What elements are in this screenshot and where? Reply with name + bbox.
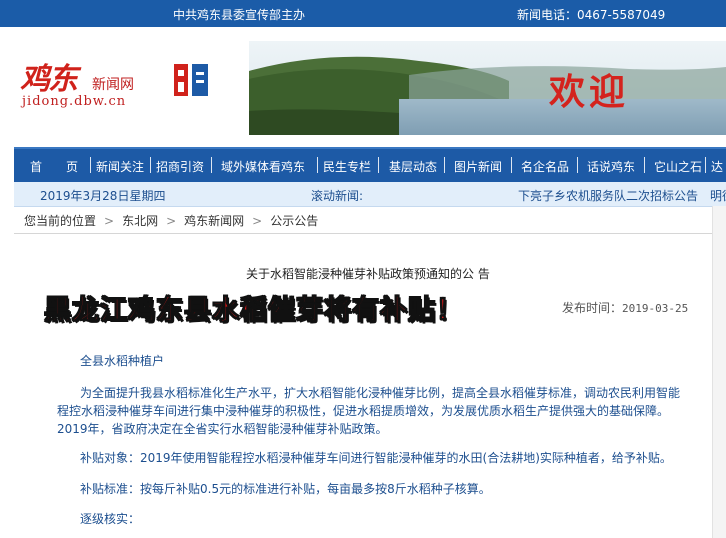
- nav-investment[interactable]: 招商引资: [156, 158, 204, 175]
- paragraph-line: 为全面提升我县水稻标准化生产水平，扩大水稻智能化浸种催芽比例，提高全县水稻催芽标…: [80, 386, 681, 400]
- landscape-image: [249, 41, 726, 135]
- nav-more[interactable]: 达: [711, 158, 723, 175]
- nav-divider: [705, 157, 706, 173]
- nav-brands[interactable]: 名企名品: [521, 158, 569, 175]
- article-headline: 黑龙江鸡东县水稻催芽将有补贴！: [44, 295, 464, 327]
- info-bar: 2019年3月28日星期四 滚动新闻: 下亮子乡农机服务队二次招标公告 明德: [14, 182, 726, 207]
- nav-news-focus[interactable]: 新闻关注: [96, 158, 144, 175]
- rolling-news-link[interactable]: 明德: [710, 187, 726, 204]
- publish-date-value: 2019-03-25: [622, 302, 689, 315]
- nav-talk-jidong[interactable]: 话说鸡东: [587, 158, 635, 175]
- chevron-right-icon: >: [252, 214, 263, 228]
- article-subtitle: 关于水稻智能浸种催芽补贴政策预通知的公 告: [246, 267, 490, 281]
- paragraph-verification: 逐级核实：: [80, 512, 141, 526]
- chevron-right-icon: >: [166, 214, 177, 228]
- nav-grassroots[interactable]: 基层动态: [389, 158, 437, 175]
- nav-divider: [378, 157, 379, 173]
- breadcrumb-item-notices[interactable]: 公示公告: [270, 214, 318, 228]
- welcome-banner-text: 欢迎: [549, 72, 630, 113]
- logo-mark-icon: [174, 64, 208, 96]
- paragraph-subsidy-target: 补贴对象：2019年使用智能程控水稻浸种催芽车间进行智能浸种催芽的水田(合法耕地…: [80, 451, 672, 465]
- page-scrollbar[interactable]: [712, 206, 726, 538]
- paragraph-line: 程控水稻浸种催芽车间进行集中浸种催芽的积极性，促进水稻提质增效，为发展优质水稻生…: [57, 404, 670, 418]
- sponsor-text: 中共鸡东县委宣传部主办: [173, 8, 306, 22]
- nav-divider: [211, 157, 212, 173]
- logo-brand: 鸡东: [20, 62, 78, 97]
- nav-divider: [577, 157, 578, 173]
- nav-divider: [317, 157, 318, 173]
- nav-divider: [511, 157, 512, 173]
- header-banner: 欢迎: [249, 41, 726, 135]
- breadcrumb-item-dbw[interactable]: 东北网: [122, 214, 158, 228]
- nav-home[interactable]: 首 页: [30, 158, 78, 175]
- breadcrumb-prefix: 您当前的位置: [24, 214, 97, 228]
- news-hotline: 新闻电话：0467-5587049: [517, 8, 666, 22]
- publish-date-label: 发布时间：: [562, 301, 623, 315]
- paragraph-subsidy-standard: 补贴标准：按每斤补贴0.5元的标准进行补贴，每亩最多按8斤水稻种子核算。: [80, 482, 491, 496]
- nav-photo-news[interactable]: 图片新闻: [454, 158, 502, 175]
- logo-site-name: 新闻网: [92, 77, 134, 93]
- breadcrumb: 您当前的位置 > 东北网 > 鸡东新闻网 > 公示公告: [24, 212, 318, 229]
- paragraph-line: 2019年，省政府决定在全省实行水稻智能浸种催芽补贴政策。: [57, 422, 388, 436]
- chevron-right-icon: >: [104, 214, 115, 228]
- nav-divider: [90, 157, 91, 173]
- logo-domain: jidong.dbw.cn: [22, 94, 127, 109]
- salutation: 全县水稻种植户: [80, 354, 165, 368]
- site-logo[interactable]: 鸡东 新闻网 jidong.dbw.cn: [14, 52, 224, 112]
- breadcrumb-item-jidong-news[interactable]: 鸡东新闻网: [184, 214, 244, 228]
- publish-date: 发布时间：2019-03-25: [562, 299, 688, 316]
- breadcrumb-divider: [14, 233, 726, 234]
- nav-livelihood[interactable]: 民生专栏: [323, 158, 371, 175]
- nav-divider: [644, 157, 645, 173]
- top-strip: 中共鸡东县委宣传部主办 新闻电话：0467-5587049: [0, 0, 726, 27]
- current-date: 2019年3月28日星期四: [40, 189, 166, 203]
- nav-other-stones[interactable]: 它山之石: [654, 158, 702, 175]
- nav-external-media[interactable]: 域外媒体看鸡东: [221, 158, 305, 175]
- nav-divider: [150, 157, 151, 173]
- rolling-news-link[interactable]: 下亮子乡农机服务队二次招标公告: [518, 187, 698, 204]
- nav-divider: [444, 157, 445, 173]
- rolling-news-label: 滚动新闻:: [311, 189, 364, 203]
- main-nav: 首 页 新闻关注 招商引资 域外媒体看鸡东 民生专栏 基层动态 图片新闻 名企名…: [14, 147, 726, 182]
